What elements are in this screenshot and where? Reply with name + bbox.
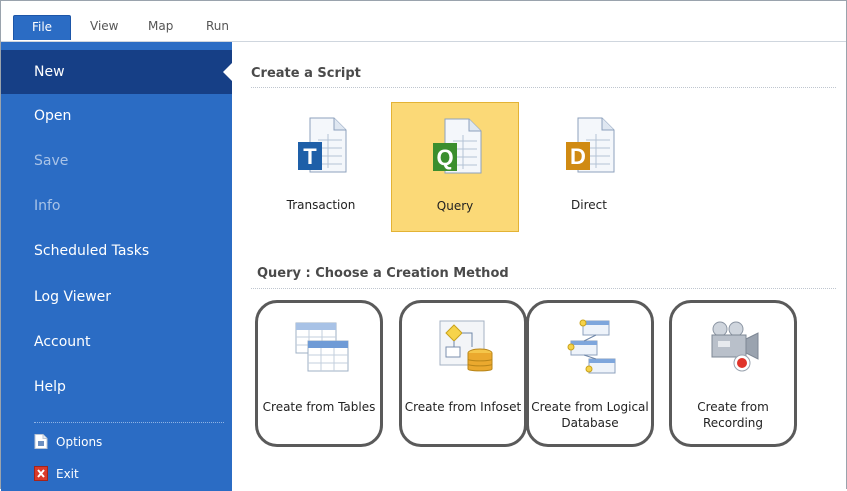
create-from-infoset-button[interactable]: Create from Infoset	[399, 300, 527, 447]
tab-run[interactable]: Run	[206, 15, 229, 37]
sidebar-item-log-viewer[interactable]: Log Viewer	[1, 275, 232, 319]
exit-button[interactable]: Exit	[34, 463, 79, 485]
transaction-label: Transaction	[286, 198, 356, 212]
sidebar-item-label: Scheduled Tasks	[34, 243, 150, 259]
exit-label: Exit	[56, 467, 79, 481]
svg-text:D: D	[570, 144, 586, 169]
backstage-sidebar: New Open Save Info Scheduled Tasks Log V…	[1, 42, 233, 491]
sidebar-item-new[interactable]: New	[1, 50, 233, 94]
sidebar-item-save[interactable]: Save	[1, 139, 232, 183]
query-button[interactable]: Q Query	[391, 102, 519, 232]
create-from-tables-button[interactable]: Create from Tables	[255, 300, 383, 447]
sidebar-divider	[34, 422, 224, 423]
direct-button[interactable]: D Direct	[525, 102, 653, 232]
logical-database-icon	[567, 319, 616, 374]
query-label: Query	[436, 199, 474, 213]
application-window: File View Map Run New Open Save Info Sch…	[0, 0, 847, 491]
ribbon-tab-bar: File View Map Run	[1, 1, 846, 42]
tab-file[interactable]: File	[13, 15, 71, 40]
sidebar-item-label: Info	[34, 198, 61, 214]
query-script-icon: Q	[433, 118, 482, 174]
direct-label: Direct	[571, 198, 607, 212]
tab-map[interactable]: Map	[148, 15, 173, 37]
sidebar-item-open[interactable]: Open	[1, 94, 232, 138]
sidebar-item-help[interactable]: Help	[1, 365, 232, 409]
section-divider	[251, 288, 836, 289]
create-from-tables-label: Create from Tables	[262, 400, 376, 414]
exit-icon	[34, 466, 48, 481]
transaction-script-icon: T	[298, 117, 347, 173]
sidebar-item-label: Save	[34, 153, 69, 169]
create-from-infoset-label: Create from Infoset	[404, 400, 522, 414]
sidebar-item-scheduled-tasks[interactable]: Scheduled Tasks	[1, 229, 232, 273]
svg-text:T: T	[303, 144, 317, 169]
recording-camera-icon	[711, 321, 759, 372]
sidebar-item-label: Help	[34, 379, 66, 395]
options-label: Options	[56, 435, 103, 449]
backstage-content: Create a Script T Transaction Q Query D …	[233, 42, 846, 491]
section-divider	[251, 87, 836, 88]
transaction-button[interactable]: T Transaction	[257, 102, 385, 232]
options-icon	[34, 434, 48, 449]
tables-icon	[295, 322, 349, 372]
direct-script-icon: D	[566, 117, 615, 173]
create-from-logical-database-label: Create from Logical Database	[531, 400, 649, 430]
create-from-recording-button[interactable]: Create from Recording	[669, 300, 797, 447]
sidebar-item-label: Open	[34, 108, 72, 124]
options-button[interactable]: Options	[34, 431, 102, 453]
active-pointer-icon	[223, 62, 233, 82]
create-from-recording-label: Create from Recording	[697, 400, 769, 430]
sidebar-item-label: New	[34, 64, 65, 80]
creation-method-heading: Query : Choose a Creation Method	[257, 266, 509, 281]
sidebar-item-label: Account	[34, 334, 91, 350]
sidebar-item-info[interactable]: Info	[1, 184, 232, 228]
sidebar-item-label: Log Viewer	[34, 289, 112, 305]
infoset-icon	[439, 320, 493, 372]
svg-text:Q: Q	[436, 145, 453, 170]
create-script-heading: Create a Script	[251, 66, 361, 81]
tab-view[interactable]: View	[90, 15, 118, 37]
create-from-logical-database-button[interactable]: Create from Logical Database	[526, 300, 654, 447]
sidebar-item-account[interactable]: Account	[1, 320, 232, 364]
